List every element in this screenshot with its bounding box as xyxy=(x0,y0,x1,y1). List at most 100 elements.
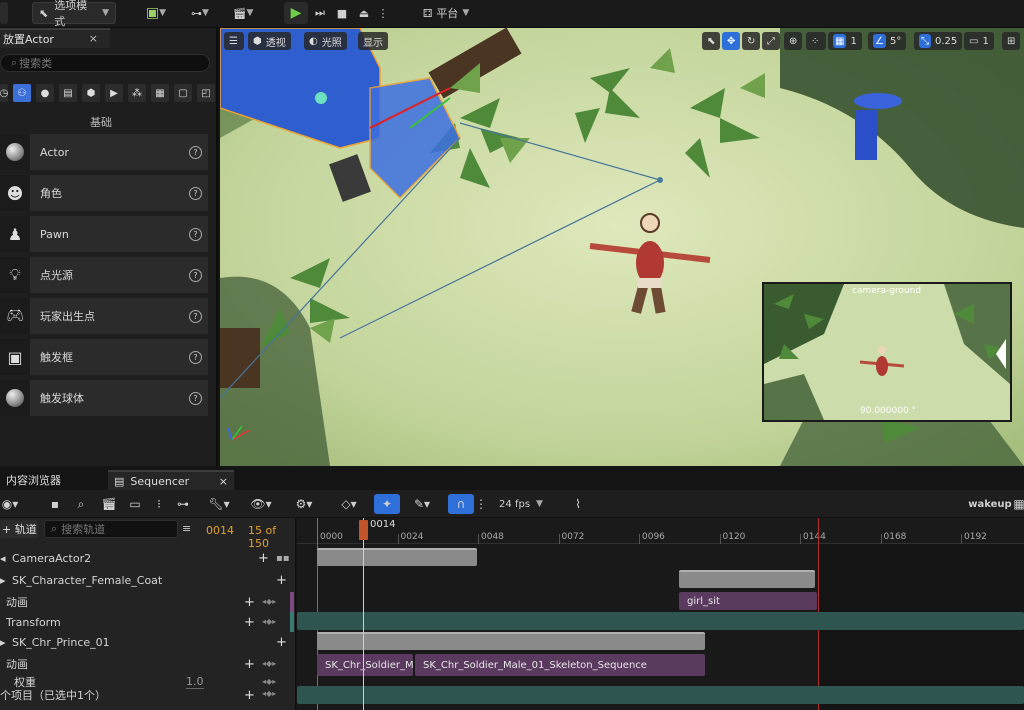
playback-options-icon[interactable]: ⚙︎▾ xyxy=(288,494,320,514)
actor-item-pawn[interactable]: ♟ Pawn ? xyxy=(0,216,208,252)
snap-magnet-icon[interactable]: ∩ xyxy=(448,494,474,514)
track-prince[interactable]: ▸ SK_Chr_Prince_01 + xyxy=(0,632,296,652)
help-icon[interactable]: ? xyxy=(189,145,202,159)
mode-select[interactable]: ⬉ 选项模式 ▼ xyxy=(32,0,116,28)
current-frame[interactable]: 0014 xyxy=(206,524,234,537)
female-coat-section[interactable] xyxy=(679,570,815,588)
fps-select[interactable]: 24 fps ▼ xyxy=(496,494,546,514)
camera-speed-button[interactable]: ▭ 1 xyxy=(964,32,994,50)
shapes-icon[interactable]: ▢ xyxy=(174,84,192,102)
close-icon[interactable]: × xyxy=(89,32,98,45)
weight-section[interactable] xyxy=(297,686,1024,704)
time-ruler[interactable]: 0000 0024 0048 0072 0096 0120 0144 0168 0192 xyxy=(297,518,1024,544)
rotation-snap-button[interactable]: ∠ 5° xyxy=(868,32,907,50)
world-icon[interactable]: ◉▾ xyxy=(0,494,20,514)
tab-content-browser[interactable]: 内容浏览器 xyxy=(0,470,67,490)
help-icon[interactable]: ? xyxy=(189,268,202,282)
key-nav-icon[interactable]: ◂◆▸ xyxy=(262,689,276,698)
key-settings-icon[interactable]: ⁝ xyxy=(150,494,168,514)
key-nav-icon[interactable]: ◂◆▸ xyxy=(262,597,276,606)
add-icon[interactable]: + xyxy=(244,595,255,610)
hierarchy-icon[interactable]: ⊶ xyxy=(174,494,192,514)
curve-editor-icon[interactable]: ⌇ xyxy=(568,494,588,514)
add-icon[interactable]: + xyxy=(244,615,255,630)
level-viewport[interactable]: ☰ ⬢ 透视 ◐ 光照 显示 ⬉ ✥ ↻ ⤢ ⊕ ⁘ ▦ 1 ∠ 5° ⤡ 0.… xyxy=(220,28,1024,466)
view-options-icon[interactable]: 👁︎▾ xyxy=(246,494,276,514)
lighting-button[interactable]: ◐ 光照 xyxy=(304,32,347,50)
soldier-anim-section-2[interactable]: SK_Chr_Soldier_Male_01_Skeleton_Sequence xyxy=(415,654,705,676)
light-category-icon[interactable]: ● xyxy=(36,84,54,102)
track-transform[interactable]: Transform + ◂◆▸ xyxy=(0,612,296,632)
actor-item-trigger-sphere[interactable]: 触发球体 ? xyxy=(0,380,208,416)
add-icon[interactable]: + xyxy=(276,573,287,588)
viewport-menu-icon[interactable]: ☰ xyxy=(224,32,244,50)
camera-section[interactable] xyxy=(317,548,477,566)
platform-button[interactable]: ⚃ 平台 ▼ xyxy=(416,2,476,24)
save-icon[interactable]: ▪ xyxy=(46,494,64,514)
tab-sequencer[interactable]: ▤ Sequencer × xyxy=(108,470,234,490)
add-content-button[interactable]: ▣ ▼ xyxy=(140,2,172,24)
recent-icon[interactable]: ◷ xyxy=(0,84,8,102)
rotate-icon[interactable]: ↻ xyxy=(742,32,760,50)
select-icon[interactable]: ⬉ xyxy=(702,32,720,50)
edit-pen-icon[interactable]: ✎▾ xyxy=(408,494,436,514)
help-icon[interactable]: ? xyxy=(189,391,202,405)
add-icon[interactable]: + xyxy=(258,551,269,566)
scale-icon[interactable]: ⤢ xyxy=(762,32,780,50)
camera-cut-icon[interactable]: ▭ xyxy=(126,494,144,514)
playhead-handle[interactable] xyxy=(359,520,368,540)
close-icon[interactable]: × xyxy=(219,475,228,488)
geometry-icon[interactable]: ▶ xyxy=(105,84,123,102)
help-icon[interactable]: ? xyxy=(189,186,202,200)
world-space-icon[interactable]: ⊕ xyxy=(784,32,802,50)
perspective-button[interactable]: ⬢ 透视 xyxy=(248,32,291,50)
more-categories-icon[interactable]: ◰ xyxy=(197,84,215,102)
tools-icon[interactable]: 🔧︎▾ xyxy=(204,494,234,514)
help-icon[interactable]: ? xyxy=(189,309,202,323)
key-nav-icon[interactable]: ◂◆▸ xyxy=(262,617,276,626)
actor-item-point-light[interactable]: 💡︎ 点光源 ? xyxy=(0,257,208,293)
layout-icon[interactable]: ⊞ xyxy=(1002,32,1020,50)
grid-snap-button[interactable]: ▦ 1 xyxy=(828,32,862,50)
track-animation-2[interactable]: 动画 + ◂◆▸ xyxy=(0,654,296,674)
track-animation[interactable]: 动画 + ◂◆▸ xyxy=(0,592,296,612)
help-icon[interactable]: ? xyxy=(189,227,202,241)
track-camera-actor[interactable]: ◂ CameraActor2 + ▪▪ xyxy=(0,548,296,568)
save-icon[interactable] xyxy=(0,2,8,24)
auto-key-icon[interactable]: ✦ xyxy=(374,494,400,514)
transform-section[interactable] xyxy=(297,612,1024,630)
more-options-icon[interactable]: ⋮ xyxy=(475,494,487,514)
play-button[interactable]: ▶ xyxy=(284,2,308,24)
visual-effects-icon[interactable]: ⬢ xyxy=(82,84,100,102)
find-asset-icon[interactable]: ⌕ xyxy=(72,494,90,514)
blueprint-button[interactable]: ⊶ ▼ xyxy=(184,2,216,24)
step-button[interactable]: ⏭︎ xyxy=(310,2,330,24)
all-classes-icon[interactable]: ▦ xyxy=(151,84,169,102)
track-female-coat[interactable]: ▸ SK_Character_Female_Coat + xyxy=(0,570,296,590)
volumes-icon[interactable]: ⁂ xyxy=(128,84,146,102)
basic-category-icon[interactable]: ⚇ xyxy=(13,84,31,102)
actor-item-character[interactable]: ☻ 角色 ? xyxy=(0,175,208,211)
stop-button[interactable]: ■ xyxy=(332,2,352,24)
add-icon[interactable]: + xyxy=(244,657,255,672)
add-track-button[interactable]: + 轨道 xyxy=(0,520,38,538)
translate-icon[interactable]: ✥ xyxy=(722,32,740,50)
show-button[interactable]: 显示 xyxy=(358,32,388,50)
help-icon[interactable]: ? xyxy=(189,350,202,364)
actor-item-trigger-box[interactable]: ▣ 触发框 ? xyxy=(0,339,208,375)
class-search-input[interactable]: ⌕ 搜索类 xyxy=(0,54,210,72)
add-icon[interactable]: + xyxy=(244,688,255,703)
track-search-input[interactable]: ⌕ 搜索轨道 xyxy=(44,520,178,538)
girl-sit-section[interactable]: girl_sit xyxy=(679,592,817,610)
more-options-icon[interactable]: ⋮ xyxy=(378,2,389,24)
cinematics-button[interactable]: 🎬︎ ▼ xyxy=(228,2,258,24)
actor-item-actor[interactable]: Actor ? xyxy=(0,134,208,170)
key-nav-icon[interactable]: ◂◆▸ xyxy=(262,677,276,686)
soldier-anim-section-1[interactable]: SK_Chr_Soldier_Ma xyxy=(317,654,413,676)
camera-lock-icon[interactable]: ▪▪ xyxy=(276,553,290,564)
sequencer-timeline[interactable]: 0000 0024 0048 0072 0096 0120 0144 0168 0192 gir… xyxy=(297,518,1024,710)
scale-snap-button[interactable]: ⤡ 0.25 xyxy=(914,32,963,50)
key-nav-icon[interactable]: ◂◆▸ xyxy=(262,659,276,668)
cinematic-category-icon[interactable]: ▤ xyxy=(59,84,77,102)
filter-icon[interactable]: ≡ xyxy=(182,522,191,535)
